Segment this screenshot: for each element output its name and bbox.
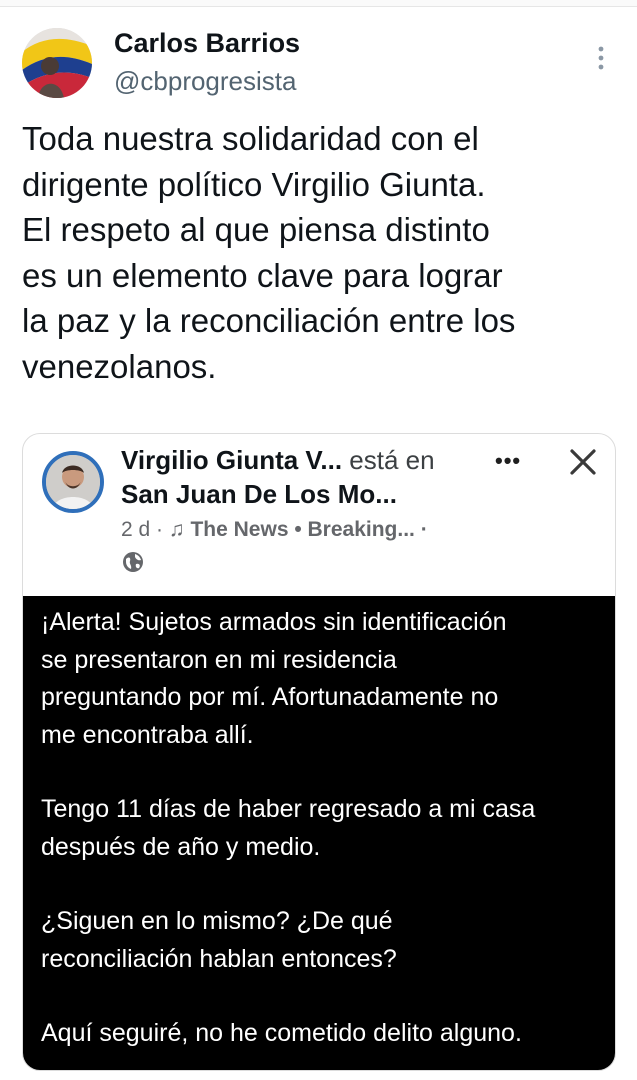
author-handle[interactable]: @cbprogresista	[114, 66, 296, 97]
person-photo	[46, 455, 100, 509]
post-author-name: Virgilio Giunta V...	[121, 445, 343, 475]
more-vertical-icon[interactable]	[594, 44, 608, 72]
top-divider	[0, 0, 637, 7]
post-author-avatar	[42, 451, 104, 513]
author-name[interactable]: Carlos Barrios	[114, 28, 300, 59]
post-text-block: ¡Alerta! Sujetos armados sin identificac…	[23, 596, 615, 1070]
post-location: San Juan De Los Mo...	[121, 479, 397, 509]
post-paragraph: Tengo 11 días de haber regresado a mi ca…	[41, 795, 536, 861]
more-horizontal-icon: •••	[495, 448, 522, 473]
post-music: The News • Breaking... ·	[190, 518, 428, 541]
post-time: 2 d ·	[121, 518, 164, 541]
post-paragraph: Aquí seguiré, no he cometido delito algu…	[41, 1019, 522, 1047]
flag-avatar-image	[22, 28, 92, 98]
post-author-line: Virgilio Giunta V... está en	[121, 444, 435, 476]
globe-icon	[123, 552, 143, 572]
post-paragraph: ¡Alerta! Sujetos armados sin identificac…	[41, 608, 507, 749]
music-note-icon: ♫	[168, 518, 185, 541]
post-meta: 2 d · ♫ The News • Breaking... ·	[121, 518, 428, 542]
check-in-text: está en	[349, 445, 435, 475]
post-paragraph: ¿Siguen en lo mismo? ¿De qué reconciliac…	[41, 907, 397, 973]
tweet-text: Toda nuestra solidaridad con el dirigent…	[22, 120, 516, 385]
close-icon	[570, 449, 596, 475]
author-avatar[interactable]	[22, 28, 92, 98]
embedded-post-image[interactable]: Virgilio Giunta V... está en San Juan De…	[22, 433, 616, 1071]
